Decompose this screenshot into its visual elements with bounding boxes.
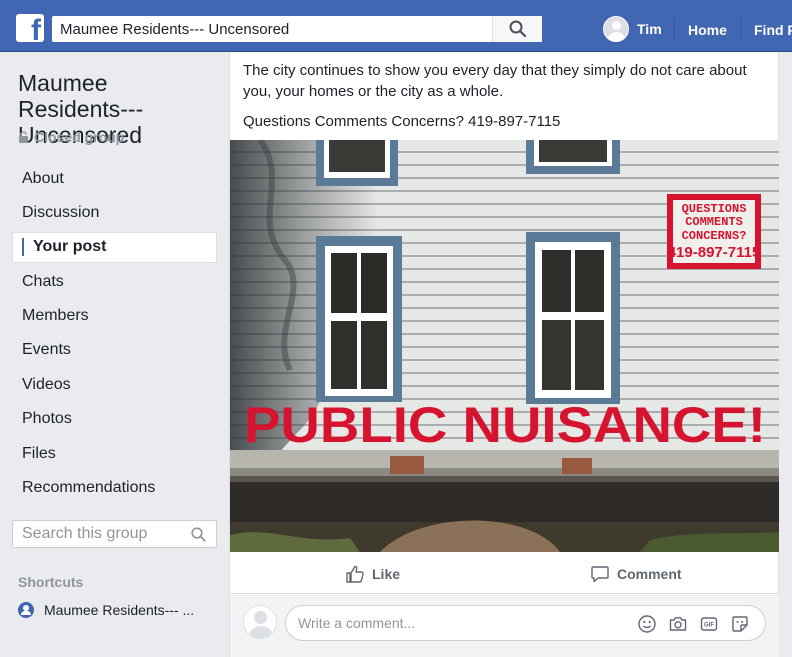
post-photo[interactable]: QUESTIONS COMMENTS CONCERNS? 419-897-711… [230, 140, 779, 552]
sidebar-item-label: Photos [22, 410, 72, 428]
svg-text:GIF: GIF [704, 623, 714, 629]
mural-text: PUBLIC NUISANCE! [244, 397, 766, 453]
home-link[interactable]: Home [688, 22, 727, 38]
post-card: The city continues to show you every day… [229, 52, 779, 657]
shortcuts-heading: Shortcuts [18, 574, 84, 590]
sidebar-item-members[interactable]: Members [12, 301, 217, 332]
avatar [603, 16, 629, 42]
search-icon [509, 20, 527, 38]
sidebar-item-label: Events [22, 341, 71, 359]
search-icon[interactable] [191, 527, 206, 542]
shortcut-group-link[interactable]: Maumee Residents--- ... [18, 602, 218, 618]
comment-icon [591, 566, 609, 583]
sidebar-item-label: Chats [22, 272, 64, 290]
sidebar-item-chats[interactable]: Chats [12, 266, 217, 297]
post-paragraph: The city continues to show you every day… [243, 62, 747, 100]
sticker-icon[interactable] [730, 614, 750, 634]
group-type-label: Closed group [34, 129, 125, 145]
sidebar-item-label: Videos [22, 375, 71, 393]
sidebar-item-label: Files [22, 444, 56, 462]
sign-line: CONCERNS? [682, 229, 747, 243]
sidebar-item-about[interactable]: About [12, 163, 217, 194]
emoji-icon[interactable] [637, 614, 657, 634]
sidebar-item-label: Recommendations [22, 479, 156, 497]
post-actions-bar: Like Comment [230, 556, 779, 594]
profile-name: Tim [637, 21, 662, 37]
top-navigation-bar: f Tim Home Find F [0, 0, 792, 52]
sidebar-item-your-post[interactable]: Your post [12, 231, 217, 263]
sidebar-item-label: Members [22, 307, 89, 325]
sign-line: QUESTIONS [682, 202, 747, 216]
sidebar-item-events[interactable]: Events [12, 335, 217, 366]
thumbs-up-icon [346, 565, 364, 583]
group-search-box [12, 520, 217, 548]
active-indicator [22, 238, 24, 257]
sidebar-item-files[interactable]: Files [12, 438, 217, 469]
profile-link[interactable]: Tim [603, 16, 662, 42]
sidebar-item-discussion[interactable]: Discussion [12, 197, 217, 228]
lock-icon [19, 131, 28, 143]
sign-line: COMMENTS [685, 215, 743, 229]
sign-line: 419-897-7115 [668, 244, 761, 261]
search-button[interactable] [492, 16, 542, 42]
sidebar-item-label: Your post [33, 238, 107, 256]
avatar [243, 605, 277, 639]
sidebar-item-label: Discussion [22, 203, 100, 221]
facebook-logo-icon[interactable]: f [16, 14, 44, 42]
shortcut-label: Maumee Residents--- ... [44, 602, 195, 618]
sidebar-item-label: About [22, 169, 64, 187]
comment-box: GIF [285, 605, 766, 641]
search-input[interactable] [52, 16, 492, 42]
comment-label: Comment [617, 566, 682, 582]
group-privacy: Closed group [18, 129, 124, 145]
find-friends-link[interactable]: Find F [754, 22, 792, 38]
nav-divider [740, 18, 741, 40]
comment-input[interactable] [298, 606, 628, 640]
like-button[interactable]: Like [345, 564, 400, 584]
nav-divider [674, 18, 675, 40]
post-paragraph: Questions Comments Concerns? 419-897-711… [243, 113, 561, 130]
sidebar-item-videos[interactable]: Videos [12, 369, 217, 400]
group-icon [18, 602, 34, 618]
search-box [52, 16, 542, 42]
gif-icon[interactable]: GIF [699, 614, 719, 634]
group-search-input[interactable] [13, 521, 183, 547]
post-text: The city continues to show you every day… [243, 60, 763, 141]
sidebar-item-photos[interactable]: Photos [12, 404, 217, 435]
group-sidebar-nav: About Discussion Your post Chats Members… [12, 163, 217, 507]
comment-button[interactable]: Comment [590, 564, 682, 584]
like-label: Like [372, 566, 401, 582]
sidebar-item-recommendations[interactable]: Recommendations [12, 473, 217, 504]
comment-composer: GIF [230, 595, 779, 657]
camera-icon[interactable] [668, 614, 688, 634]
